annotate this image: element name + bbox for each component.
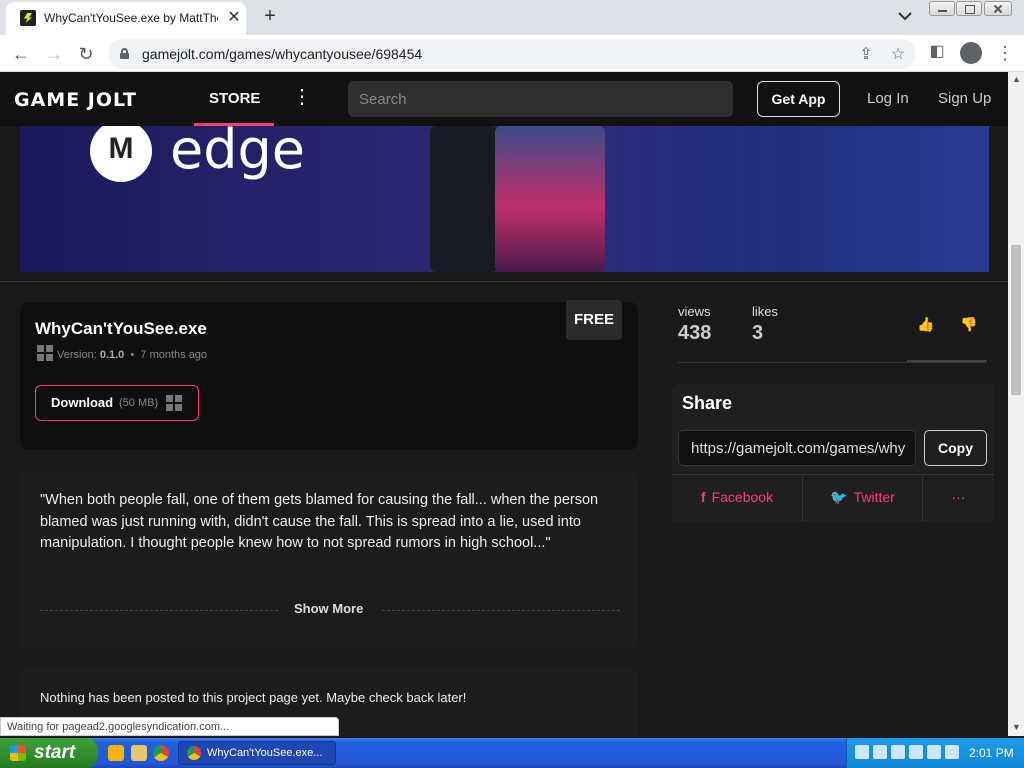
volume-icon[interactable] [945, 745, 959, 759]
windows-logo-icon [10, 745, 26, 761]
address-bar[interactable]: gamejolt.com/games/whycantyousee/698454 … [108, 39, 916, 69]
facebook-label: Facebook [711, 489, 774, 505]
gamejolt-favicon-icon [20, 10, 36, 26]
start-label: start [34, 742, 76, 763]
bookmark-star-icon[interactable]: ☆ [889, 46, 907, 64]
clock: 2:01 PM [969, 746, 1014, 760]
share-url-field[interactable] [678, 430, 916, 466]
back-icon[interactable]: ← [10, 43, 32, 65]
divider [0, 281, 1008, 282]
facebook-share-button[interactable]: f Facebook [672, 474, 802, 522]
scroll-down-icon[interactable]: ▼ [1012, 722, 1021, 732]
browser-menu-icon[interactable]: ⋮ [996, 43, 1014, 63]
no-posts-message: Nothing has been posted to this project … [40, 690, 467, 705]
game-title: WhyCan'tYouSee.exe [35, 319, 207, 338]
window-maximize-button[interactable] [956, 1, 982, 16]
system-tray: 2:01 PM [846, 738, 1024, 768]
security-icon[interactable] [873, 745, 887, 759]
reload-icon[interactable]: ↻ [75, 43, 97, 65]
start-button[interactable]: start [0, 738, 98, 768]
alert-icon[interactable] [909, 745, 923, 759]
show-more-button[interactable]: Show More [294, 601, 363, 616]
tab-title: WhyCan'tYouSee.exe by MattTheGa [44, 11, 218, 25]
twitter-label: Twitter [853, 489, 895, 505]
views-label: views [678, 304, 711, 319]
store-link[interactable]: STORE [209, 90, 260, 107]
close-tab-icon[interactable]: ✕ [224, 8, 244, 28]
share-page-icon[interactable]: ⇪ [857, 46, 875, 64]
likes-label: likes [752, 304, 779, 319]
browser-tab[interactable]: WhyCan'tYouSee.exe by MattTheGa ✕ [6, 2, 246, 35]
banner-ad[interactable]: edge [20, 126, 989, 272]
window-minimize-button[interactable] [929, 1, 955, 16]
log-in-link[interactable]: Log In [867, 90, 909, 107]
download-button[interactable]: Download (50 MB) [35, 385, 199, 421]
chrome-quicklaunch-icon[interactable] [153, 745, 169, 761]
side-panel-icon[interactable]: ◧ [928, 43, 946, 61]
get-app-button[interactable]: Get App [757, 81, 840, 117]
url-text[interactable]: gamejolt.com/games/whycantyousee/698454 [142, 46, 422, 62]
profile-avatar-icon[interactable] [960, 42, 982, 64]
connection-icon[interactable] [927, 745, 941, 759]
chrome-icon [187, 746, 201, 760]
forward-icon[interactable]: → [43, 43, 65, 65]
version-label: Version: [57, 349, 97, 361]
twitter-icon: 🐦 [830, 489, 848, 505]
share-title: Share [682, 393, 733, 413]
version-info: Version: 0.1.0 • 7 months ago [57, 349, 207, 361]
site-header: GAME JOLT STORE ⋮ Get App Log In Sign Up [0, 72, 1012, 126]
likes-value: 3 [752, 322, 764, 344]
game-stats: views 438 likes 3 👍 👎 [678, 304, 988, 364]
new-tab-icon[interactable]: + [258, 4, 282, 28]
like-ratio-bar [907, 360, 987, 362]
phone-front-image [495, 126, 605, 272]
browser-tabstrip: WhyCan'tYouSee.exe by MattTheGa ✕ + [0, 0, 1024, 35]
more-share-button[interactable]: ··· [923, 474, 994, 522]
taskbar-window-button[interactable]: WhyCan'tYouSee.exe... [178, 741, 336, 765]
search-input[interactable] [348, 81, 733, 117]
media-player-icon[interactable] [108, 745, 124, 761]
gamejolt-logo[interactable]: GAME JOLT [14, 89, 137, 111]
version-number: 0.1.0 [99, 349, 125, 361]
window-close-button[interactable] [984, 1, 1012, 16]
scroll-up-icon[interactable]: ▲ [1012, 74, 1021, 84]
browser-toolbar: ← → ↻ gamejolt.com/games/whycantyousee/6… [0, 35, 1024, 72]
game-info-card: WhyCan'tYouSee.exe Version: 0.1.0 • 7 mo… [20, 300, 638, 450]
browser-status-text: Waiting for pagead2.googlesyndication.co… [0, 717, 339, 736]
motorola-logo [90, 126, 152, 182]
divider [678, 362, 986, 363]
update-icon[interactable] [891, 745, 905, 759]
views-value: 438 [678, 322, 712, 344]
more-menu-icon[interactable]: ⋮ [292, 86, 312, 108]
separator: • [130, 349, 135, 361]
windows-platform-icon [166, 395, 182, 411]
price-badge: FREE [566, 300, 622, 340]
divider [382, 610, 620, 611]
thumbs-down-icon[interactable]: 👎 [960, 316, 977, 332]
windows-taskbar: start WhyCan'tYouSee.exe... 2:01 PM [0, 738, 1024, 768]
windows-platform-icon [37, 345, 53, 361]
tab-search-chevron-icon[interactable] [896, 6, 914, 26]
description-card: "When both people fall, one of them gets… [20, 472, 638, 648]
folder-icon[interactable] [131, 745, 147, 761]
thumbs-up-icon[interactable]: 👍 [917, 316, 934, 332]
twitter-share-button[interactable]: 🐦 Twitter [803, 474, 922, 522]
divider [40, 610, 278, 611]
copy-button[interactable]: Copy [924, 430, 987, 466]
download-size: (50 MB) [119, 397, 159, 409]
taskbar-window-title: WhyCan'tYouSee.exe... [207, 747, 323, 759]
facebook-icon: f [700, 489, 706, 505]
description-text: "When both people fall, one of them gets… [40, 492, 599, 551]
lock-icon [120, 48, 129, 59]
banner-brand-text: edge [170, 126, 305, 181]
share-panel: Share Copy f Facebook 🐦 Twitter ··· [672, 384, 994, 522]
sign-up-link[interactable]: Sign Up [938, 90, 991, 107]
network-icon[interactable] [855, 745, 869, 759]
publish-age: 7 months ago [140, 349, 208, 361]
page-scrollbar[interactable]: ▲ ▼ [1008, 72, 1024, 736]
phone-back-image [430, 126, 498, 272]
scrollbar-thumb[interactable] [1011, 245, 1021, 395]
download-label: Download [51, 395, 114, 410]
